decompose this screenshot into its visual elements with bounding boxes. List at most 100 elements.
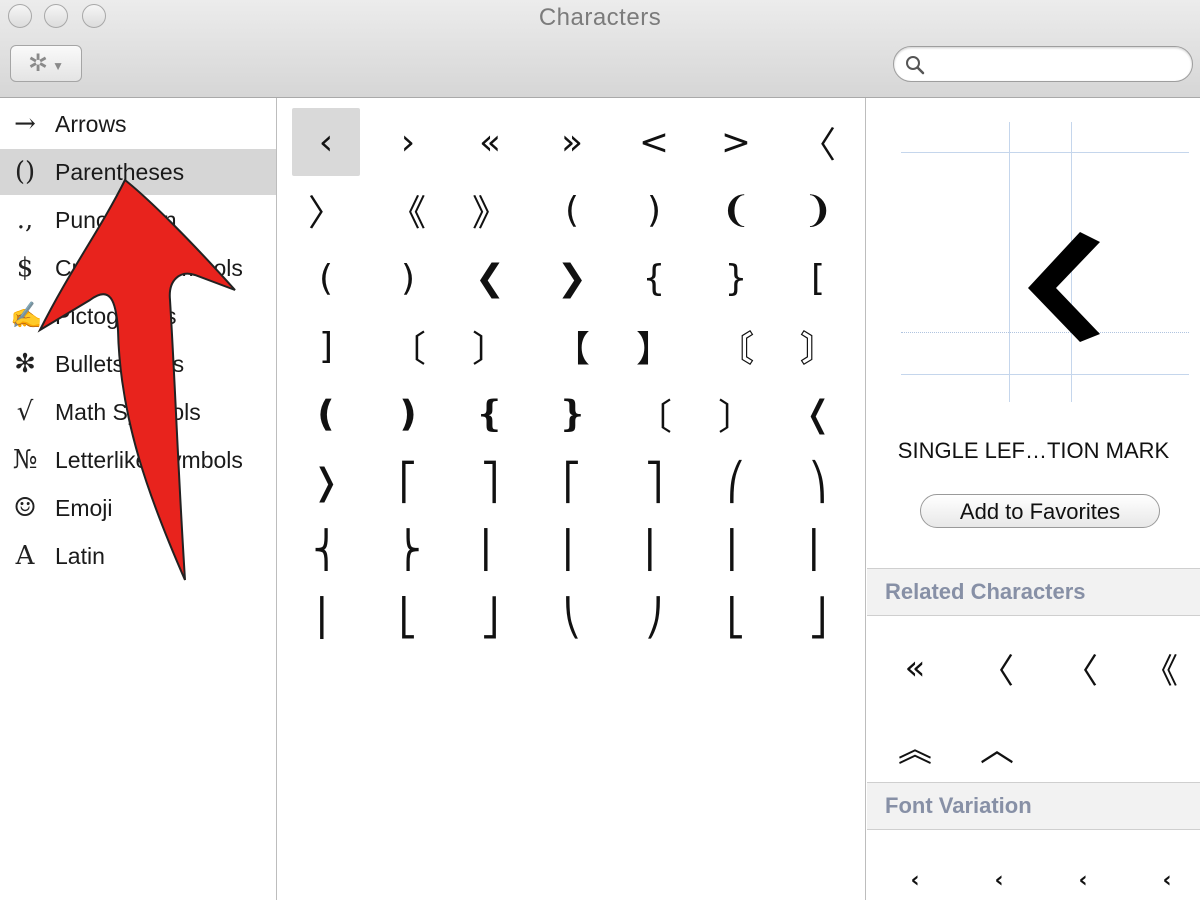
search-icon — [906, 56, 925, 75]
sidebar-item-label: Currency Symbols — [55, 254, 243, 281]
character-cell[interactable]: ❭ — [292, 448, 360, 516]
character-cell[interactable]: ⎢ — [620, 516, 688, 584]
character-grid: ‹ › «» < > 〈〉《》() ❨ ❩() ❮ ❯{}[] 〔〕【】〘〙 ❪ ❫ ❴ ❵ 〔〕 ❬ ❭ ⎡ ⎤ ⎡ ⎤… — [278, 98, 866, 900]
character-cell[interactable]: 〔 — [620, 380, 688, 448]
sidebar-item-letterlike-symbols[interactable]: № Letterlike Symbols — [0, 437, 276, 483]
character-cell[interactable]: ⎢ — [456, 516, 524, 584]
character-cell[interactable]: 〈 — [784, 108, 852, 176]
character-cell[interactable]: ❬ — [784, 380, 852, 448]
character-cell[interactable]: ⎬ — [374, 516, 442, 584]
character-cell[interactable]: 【 — [538, 312, 606, 380]
related-character[interactable]: « — [885, 638, 945, 698]
character-cell[interactable]: 〔 — [374, 312, 442, 380]
chevron-down-icon: ▼ — [52, 58, 64, 73]
category-sidebar: → Arrows () Parentheses., Punctuation $ Curren… — [0, 98, 277, 900]
related-character[interactable]: ︽ — [885, 716, 945, 776]
character-cell[interactable]: ❯ — [538, 244, 606, 312]
related-character[interactable]: 《 — [1131, 638, 1191, 698]
related-character[interactable]: 〈 — [967, 638, 1027, 698]
sidebar-item-punctuation[interactable]: ., Punctuation — [0, 197, 276, 243]
character-cell[interactable]: ⎦ — [784, 584, 852, 652]
character-cell[interactable]: ⎤ — [456, 448, 524, 516]
title-bar: Characters ✲ ▼ — [0, 0, 1200, 98]
character-cell[interactable]: ⎨ — [292, 516, 360, 584]
sidebar-item-math-symbols[interactable]: √ Math Symbols — [0, 389, 276, 435]
character-cell[interactable]: ‹ — [292, 108, 360, 176]
search-input[interactable] — [930, 51, 1184, 79]
character-cell[interactable]: 》 — [456, 176, 524, 244]
character-cell[interactable]: ⎣ — [702, 584, 770, 652]
character-cell[interactable]: ⎤ — [620, 448, 688, 516]
character-cell[interactable]: ⎢ — [702, 516, 770, 584]
character-cell[interactable]: ⎣ — [374, 584, 442, 652]
sidebar-item-pictographs[interactable]: ✍ Pictographs — [0, 293, 276, 339]
search-field[interactable] — [893, 46, 1193, 82]
character-cell[interactable]: ❫ — [374, 380, 442, 448]
related-character[interactable]: 〈 — [1051, 638, 1111, 698]
gear-icon: ✲ — [28, 49, 49, 77]
action-menu-button[interactable]: ✲ ▼ — [10, 45, 82, 82]
character-cell[interactable]: > — [702, 108, 770, 176]
character-cell[interactable]: { — [620, 244, 688, 312]
character-cell[interactable]: › — [374, 108, 442, 176]
font-variation-header[interactable]: Font Variation — [867, 782, 1200, 830]
character-cell[interactable]: ⎢ — [784, 516, 852, 584]
character-cell[interactable]: [ — [784, 244, 852, 312]
sidebar-item-emoji[interactable]: ☺ Emoji — [0, 485, 276, 531]
sidebar-item-label: Latin — [55, 542, 105, 569]
character-cell[interactable]: ⎠ — [620, 584, 688, 652]
sidebar-item-parentheses[interactable]: () Parentheses — [0, 149, 276, 195]
category-icon: ✍ — [10, 301, 43, 331]
character-cell[interactable]: ⎡ — [374, 448, 442, 516]
character-cell[interactable]: 《 — [374, 176, 442, 244]
sidebar-item-label: Pictographs — [55, 302, 177, 329]
character-cell[interactable]: 〘 — [702, 312, 770, 380]
character-cell[interactable]: ⎢ — [538, 516, 606, 584]
font-variation-glyph[interactable]: ‹ — [1147, 860, 1187, 900]
add-to-favorites-button[interactable]: Add to Favorites — [920, 494, 1160, 528]
character-cell[interactable]: ) — [374, 244, 442, 312]
character-cell[interactable]: » — [538, 108, 606, 176]
related-characters-label: Related Characters — [885, 579, 1086, 604]
character-cell[interactable]: ❮ — [456, 244, 524, 312]
character-cell[interactable]: ( — [538, 176, 606, 244]
character-name: SINGLE LEF…TION MARK — [897, 438, 1170, 463]
character-cell[interactable]: ❨ — [702, 176, 770, 244]
sidebar-item-label: Punctuation — [55, 206, 177, 233]
category-icon: ✻ — [14, 349, 36, 379]
font-variation-glyph[interactable]: ‹ — [1063, 860, 1103, 900]
character-preview — [901, 122, 1189, 402]
character-cell[interactable]: ⎞ — [784, 448, 852, 516]
character-cell[interactable]: ⎡ — [538, 448, 606, 516]
sidebar-item-label: Arrows — [55, 110, 127, 137]
character-cell[interactable]: ❴ — [456, 380, 524, 448]
character-cell[interactable]: 〉 — [292, 176, 360, 244]
character-cell[interactable]: « — [456, 108, 524, 176]
character-cell[interactable]: 〙 — [784, 312, 852, 380]
character-cell[interactable]: < — [620, 108, 688, 176]
sidebar-item-currency-symbols[interactable]: $ Currency Symbols — [0, 245, 276, 291]
related-characters-header[interactable]: Related Characters — [867, 568, 1200, 616]
character-cell[interactable]: ] — [292, 312, 360, 380]
character-cell[interactable]: ) — [620, 176, 688, 244]
character-cell[interactable]: ❩ — [784, 176, 852, 244]
character-cell[interactable]: 〕 — [702, 380, 770, 448]
character-cell[interactable]: 〕 — [456, 312, 524, 380]
character-cell[interactable]: ⎢ — [292, 584, 360, 652]
character-cell[interactable]: ❪ — [292, 380, 360, 448]
character-cell[interactable]: 】 — [620, 312, 688, 380]
character-cell[interactable]: ❵ — [538, 380, 606, 448]
sidebar-item-arrows[interactable]: → Arrows — [0, 101, 276, 147]
sidebar-item-latin[interactable]: A Latin — [0, 533, 276, 579]
sidebar-item-bullets-stars[interactable]: ✻ Bullets/Stars — [0, 341, 276, 387]
sidebar-item-label: Parentheses — [55, 158, 185, 185]
character-cell[interactable]: ⎛ — [702, 448, 770, 516]
related-character[interactable]: ︿ — [967, 716, 1027, 776]
font-variation-glyph[interactable]: ‹ — [895, 860, 935, 900]
character-cell[interactable]: ⎦ — [456, 584, 524, 652]
character-cell[interactable]: ( — [292, 244, 360, 312]
character-cell[interactable]: } — [702, 244, 770, 312]
character-cell[interactable]: ⎝ — [538, 584, 606, 652]
character-info-panel: SINGLE LEF…TION MARK Add to Favorites Re… — [867, 98, 1200, 900]
font-variation-glyph[interactable]: ‹ — [979, 860, 1019, 900]
